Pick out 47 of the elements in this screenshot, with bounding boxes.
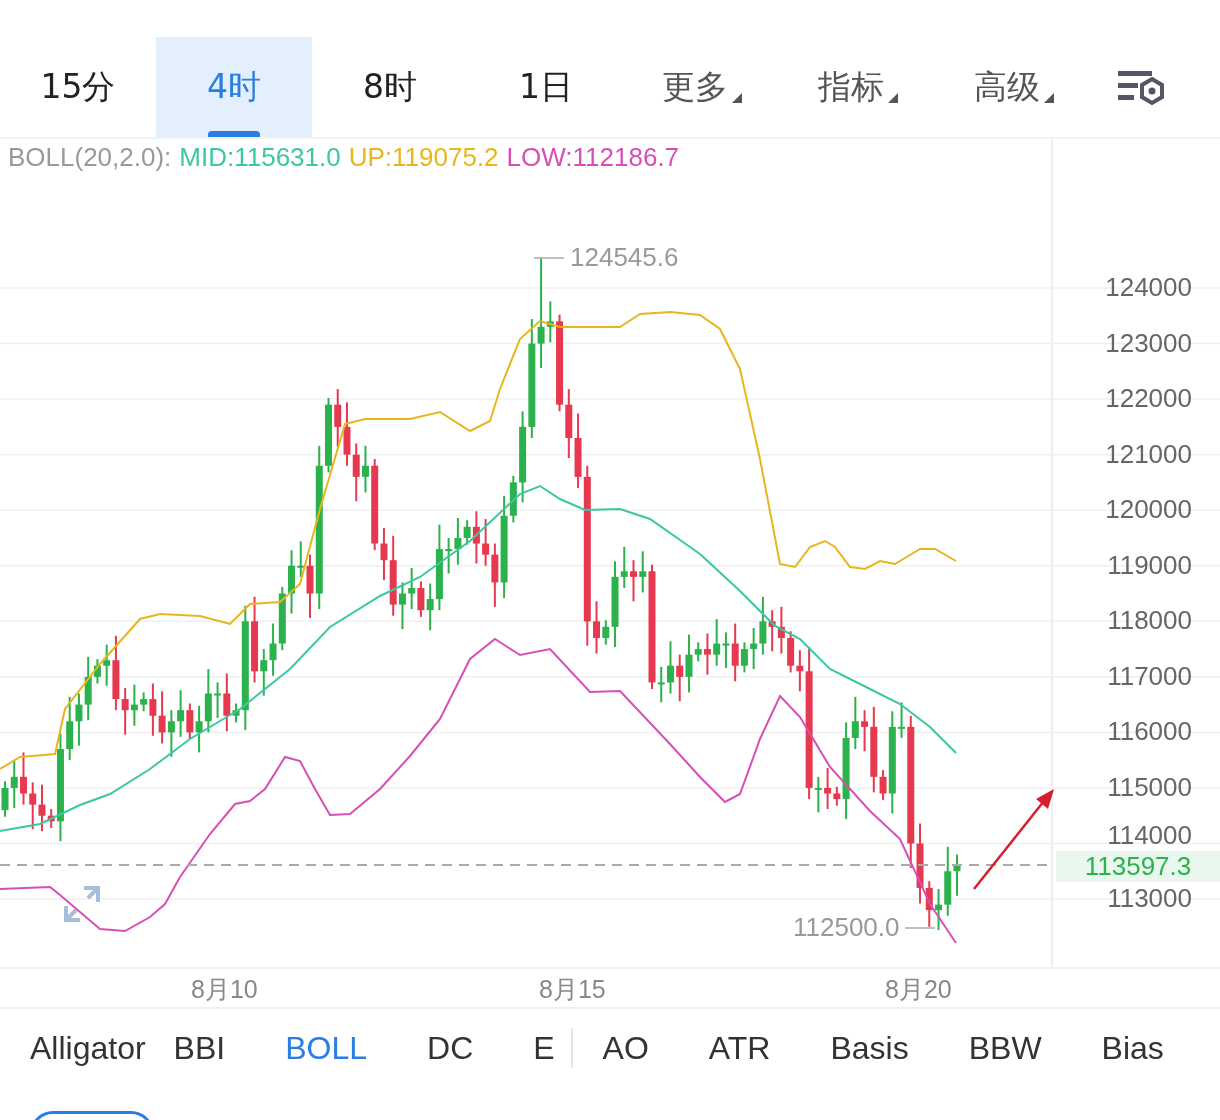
indicator-tab[interactable]: AO — [602, 1029, 679, 1067]
axis-tick-label: 121000 — [1105, 438, 1192, 470]
indicator-tab[interactable]: BOLL — [285, 1029, 397, 1067]
indicator-tab[interactable]: Alligator — [30, 1029, 146, 1067]
dropdown-corner-icon — [888, 93, 898, 103]
leader-line — [904, 927, 936, 929]
leader-line — [533, 257, 565, 259]
dropdown-corner-icon — [1044, 93, 1054, 103]
last-price-label: 113597.3 — [1056, 851, 1220, 882]
timeframe-tab[interactable]: 15分 — [0, 37, 156, 137]
axis-tick-label: 119000 — [1107, 549, 1192, 581]
axis-tick-label: 122000 — [1105, 383, 1192, 415]
expand-icon[interactable] — [62, 884, 102, 924]
timeframe-tab[interactable]: 更多 — [624, 37, 780, 137]
dropdown-corner-icon — [732, 93, 742, 103]
indicator-tab[interactable]: Basis — [830, 1029, 939, 1067]
indicator-value: UP:119075.2 — [348, 142, 499, 173]
timeframe-tab[interactable]: 4时 — [156, 37, 312, 137]
low-price-label: 112500.0 — [793, 912, 900, 943]
indicator-tab[interactable]: BBI — [173, 1029, 256, 1067]
date-label: 8月20 — [885, 974, 952, 1005]
timeframe-tab[interactable]: 8时 — [312, 37, 468, 137]
timeframe-tab[interactable]: 高级 — [936, 37, 1092, 137]
axis-tick-label: 117000 — [1107, 660, 1192, 692]
axis-tick-label: 120000 — [1105, 494, 1192, 526]
indicator-tab[interactable]: ATR — [708, 1029, 801, 1067]
high-price-label: 124545.6 — [570, 242, 679, 273]
indicator-tab[interactable]: BBW — [968, 1029, 1072, 1067]
timeframe-tab[interactable]: 1日 — [468, 37, 624, 137]
selected-indicator — [208, 131, 260, 137]
axis-tick-label: 118000 — [1107, 605, 1192, 637]
date-label: 8月10 — [191, 974, 258, 1005]
indicator-tab[interactable]: DC — [427, 1029, 504, 1067]
timeframe-tab[interactable]: 指标 — [780, 37, 936, 137]
indicator-value: LOW:112186.7 — [506, 142, 680, 173]
axis-tick-label: 113000 — [1107, 883, 1192, 915]
axis-tick-label: 114000 — [1107, 819, 1192, 851]
indicator-label: BOLL(20,2.0): — [8, 142, 172, 173]
axis-tick-label: 115000 — [1107, 771, 1192, 803]
axis-tick-label: 124000 — [1105, 272, 1192, 303]
axis-tick-label: 123000 — [1105, 327, 1192, 359]
axis-tick-label: 116000 — [1107, 716, 1192, 748]
indicator-value: MID:115631.0 — [179, 142, 341, 173]
arrow-icon — [972, 787, 1056, 891]
indicator-tab[interactable]: Bias — [1101, 1029, 1194, 1067]
indicator-tab[interactable]: E — [533, 1029, 585, 1067]
date-label: 8月15 — [539, 974, 606, 1005]
